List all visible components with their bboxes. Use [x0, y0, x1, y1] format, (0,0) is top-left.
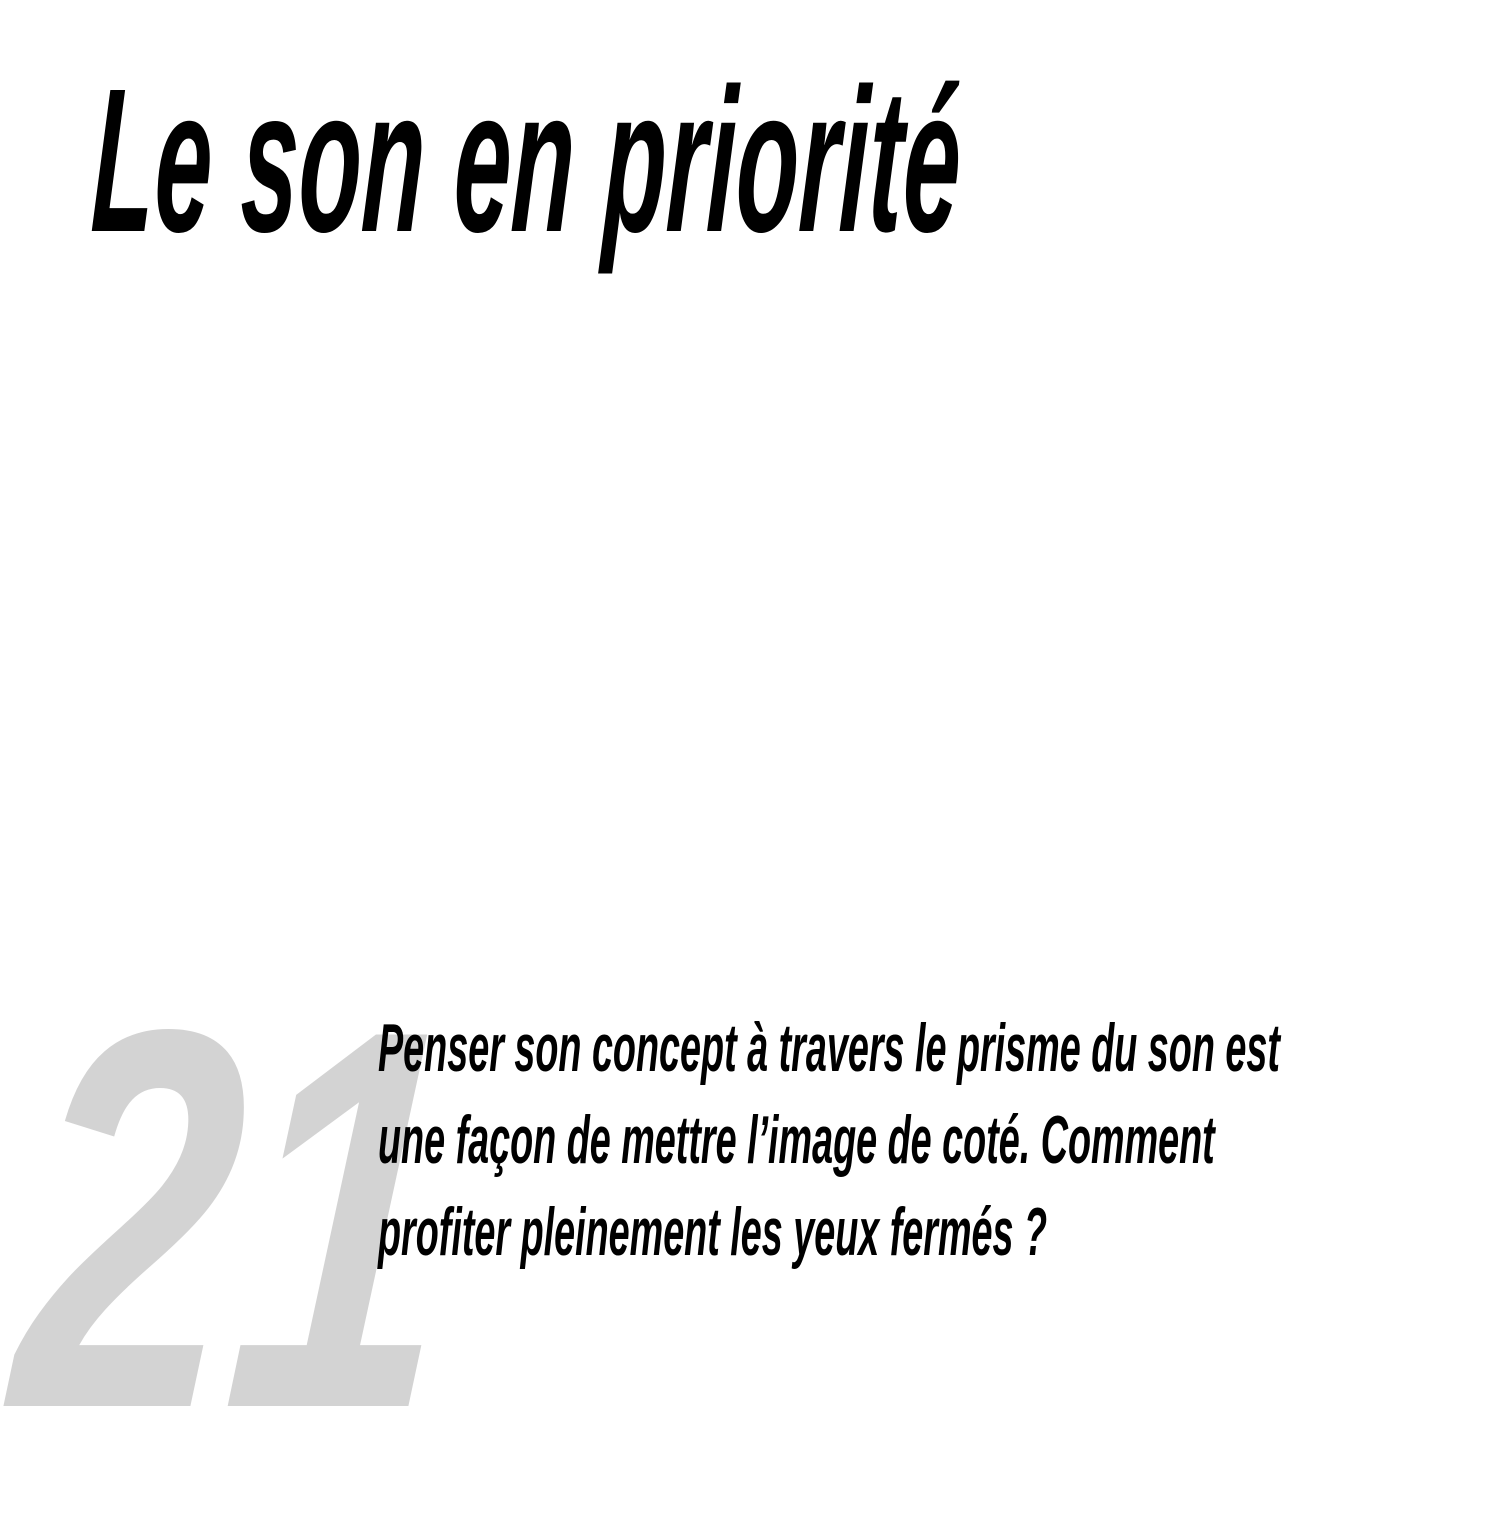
- paragraph-line: une façon de mettre l’image de coté. Com…: [378, 1102, 1215, 1178]
- paragraph-line: Penser son concept à travers le prisme d…: [378, 1010, 1280, 1086]
- body-paragraph: Penser son concept à travers le prisme d…: [378, 1002, 1433, 1278]
- page-title: Le son en priorité: [88, 46, 966, 275]
- paragraph-line: profiter pleinement les yeux fermés ?: [378, 1194, 1048, 1270]
